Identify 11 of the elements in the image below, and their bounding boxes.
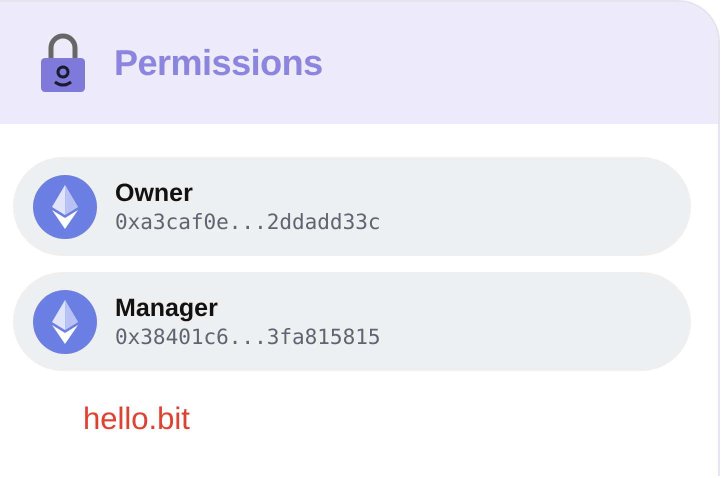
role-label: Owner (115, 179, 194, 208)
wallet-address: 0x38401c6...3fa815815 (115, 325, 381, 349)
permission-row[interactable]: Owner 0xa3caf0e...2ddadd33c (13, 157, 691, 256)
wallet-address: 0xa3caf0e...2ddadd33c (115, 210, 381, 234)
ethereum-icon (33, 290, 97, 354)
permission-row[interactable]: Manager 0x38401c6...3fa815815 (13, 272, 691, 371)
section-title: Permissions (114, 42, 323, 84)
padlock-icon (38, 32, 88, 94)
role-label: Manager (115, 294, 219, 323)
ethereum-icon (33, 174, 97, 238)
domain-name: hello.bit (83, 401, 190, 437)
